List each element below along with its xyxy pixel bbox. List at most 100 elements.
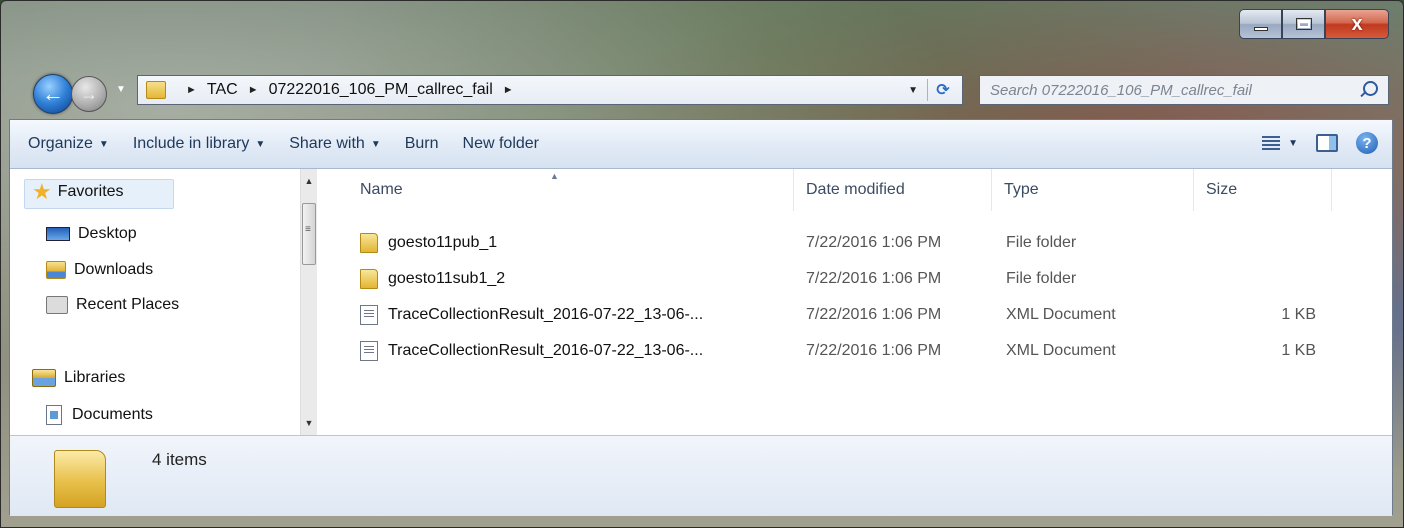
column-header-label: Name [360, 181, 403, 198]
change-view-icon[interactable] [1262, 136, 1281, 150]
items-count: 4 items [152, 450, 207, 469]
sidebar-item-label: Documents [72, 406, 153, 423]
sidebar-item-label: Downloads [74, 261, 154, 278]
file-size [1194, 261, 1316, 297]
chevron-down-icon: ▼ [370, 138, 381, 150]
sidebar-item-libraries[interactable]: Libraries [32, 369, 125, 387]
share-with-button[interactable]: Share with ▼ [277, 135, 393, 153]
xml-file-icon [360, 305, 378, 325]
chevron-right-icon[interactable]: ► [186, 84, 197, 96]
command-bar-right: ▼ ? [1262, 132, 1378, 154]
forward-arrow-icon: → [80, 84, 98, 104]
file-type: File folder [1006, 270, 1077, 287]
burn-button[interactable]: Burn [393, 135, 451, 153]
scroll-down-icon[interactable]: ▼ [301, 415, 317, 431]
file-name: TraceCollectionResult_2016-07-22_13-06-.… [388, 342, 704, 359]
folder-icon [360, 269, 378, 289]
sidebar-item-documents[interactable]: Documents [46, 405, 153, 425]
navigation-bar: ← → ▼ ► TAC ► 07222016_106_PM_callrec_fa… [1, 69, 1403, 114]
include-in-library-button[interactable]: Include in library ▼ [121, 135, 277, 153]
file-row[interactable]: goesto11sub1_2 7/22/2016 1:06 PM File fo… [318, 261, 1392, 297]
folder-icon [146, 81, 166, 99]
sidebar-item-downloads[interactable]: Downloads [46, 261, 153, 279]
column-header-size[interactable]: Size [1194, 169, 1332, 211]
address-dropdown-icon[interactable]: ▼ [908, 85, 918, 96]
details-pane: 4 items [10, 435, 1392, 516]
sidebar-item-recent-places[interactable]: Recent Places [46, 296, 179, 314]
breadcrumb-item[interactable]: 07222016_106_PM_callrec_fail [269, 81, 493, 99]
documents-icon [46, 405, 62, 425]
downloads-folder-icon [46, 261, 66, 279]
minimize-button[interactable] [1239, 9, 1282, 39]
help-icon[interactable]: ? [1356, 132, 1378, 154]
column-header-date[interactable]: Date modified [794, 169, 992, 211]
file-date: 7/22/2016 1:06 PM [806, 234, 942, 251]
search-box [979, 75, 1389, 105]
burn-label: Burn [404, 135, 439, 152]
file-row[interactable]: goesto11pub_1 7/22/2016 1:06 PM File fol… [318, 225, 1392, 261]
organize-label: Organize [28, 135, 93, 152]
file-size: 1 KB [1281, 342, 1316, 359]
column-header-type[interactable]: Type [992, 169, 1194, 211]
file-name-cell: goesto11pub_1 [360, 225, 497, 261]
file-list: ▲ Name Date modified Type Size goesto11p… [318, 169, 1392, 435]
sidebar-item-label: Libraries [64, 369, 126, 386]
preview-pane-icon[interactable] [1316, 134, 1338, 152]
new-folder-label: New folder [462, 135, 540, 152]
file-date: 7/22/2016 1:06 PM [806, 342, 942, 359]
column-header-name[interactable]: ▲ Name [342, 169, 794, 211]
folder-icon [54, 450, 106, 508]
file-name-cell: goesto11sub1_2 [360, 261, 505, 297]
refresh-icon[interactable]: ⟳ [927, 79, 958, 101]
share-with-label: Share with [289, 135, 365, 152]
column-header-label: Type [1004, 181, 1039, 198]
close-button[interactable]: x [1325, 9, 1389, 39]
address-bar[interactable]: ► TAC ► 07222016_106_PM_callrec_fail ► ▼… [137, 75, 963, 105]
organize-button[interactable]: Organize ▼ [10, 135, 121, 153]
breadcrumb-item[interactable]: TAC [207, 81, 238, 99]
navigation-scrollbar[interactable]: ▲ ▼ [300, 169, 317, 435]
sidebar-item-desktop[interactable]: Desktop [46, 225, 137, 243]
search-icon[interactable] [1363, 81, 1378, 96]
chevron-down-icon: ▼ [98, 138, 109, 150]
file-type: File folder [1006, 234, 1077, 251]
scroll-up-icon[interactable]: ▲ [301, 173, 317, 189]
file-name-cell: TraceCollectionResult_2016-07-22_13-06-.… [360, 297, 703, 333]
column-header-label: Size [1206, 181, 1238, 198]
chevron-down-icon: ▼ [255, 138, 266, 150]
file-name: goesto11sub1_2 [388, 270, 506, 287]
maximize-button[interactable] [1282, 9, 1325, 39]
file-type: XML Document [1006, 306, 1116, 323]
column-header-label: Date modified [806, 181, 905, 198]
explorer-client-area: Organize ▼ Include in library ▼ Share wi… [9, 119, 1393, 516]
file-name: TraceCollectionResult_2016-07-22_13-06-.… [388, 306, 704, 323]
scroll-thumb[interactable] [302, 203, 316, 265]
file-type: XML Document [1006, 342, 1116, 359]
navigation-pane: ★ Favorites Desktop Downloads Recent Pla… [10, 169, 300, 435]
forward-button[interactable]: → [71, 76, 107, 112]
desktop-icon [46, 227, 70, 241]
search-input[interactable] [988, 80, 1352, 100]
sidebar-item-label: Desktop [78, 225, 137, 242]
include-in-library-label: Include in library [132, 135, 250, 152]
back-arrow-icon: ← [42, 81, 64, 106]
libraries-icon [32, 369, 56, 387]
file-row[interactable]: TraceCollectionResult_2016-07-22_13-06-.… [318, 297, 1392, 333]
column-headers: ▲ Name Date modified Type Size [318, 169, 1392, 211]
folder-icon [360, 233, 378, 253]
file-name-cell: TraceCollectionResult_2016-07-22_13-06-.… [360, 333, 703, 369]
caption-buttons: x [1239, 9, 1389, 39]
command-bar: Organize ▼ Include in library ▼ Share wi… [10, 120, 1392, 169]
chevron-down-icon[interactable]: ▼ [1288, 138, 1298, 149]
file-size [1194, 225, 1316, 261]
chevron-right-icon[interactable]: ► [248, 84, 259, 96]
sidebar-item-label: Recent Places [76, 296, 180, 313]
recent-pages-dropdown[interactable]: ▼ [116, 84, 126, 95]
back-button[interactable]: ← [33, 74, 73, 114]
file-row[interactable]: TraceCollectionResult_2016-07-22_13-06-.… [318, 333, 1392, 369]
sidebar-item-label: Favorites [57, 183, 124, 200]
sidebar-item-favorites[interactable]: ★ Favorites [32, 181, 124, 203]
chevron-right-icon[interactable]: ► [503, 84, 514, 96]
new-folder-button[interactable]: New folder [451, 135, 551, 153]
xml-file-icon [360, 341, 378, 361]
